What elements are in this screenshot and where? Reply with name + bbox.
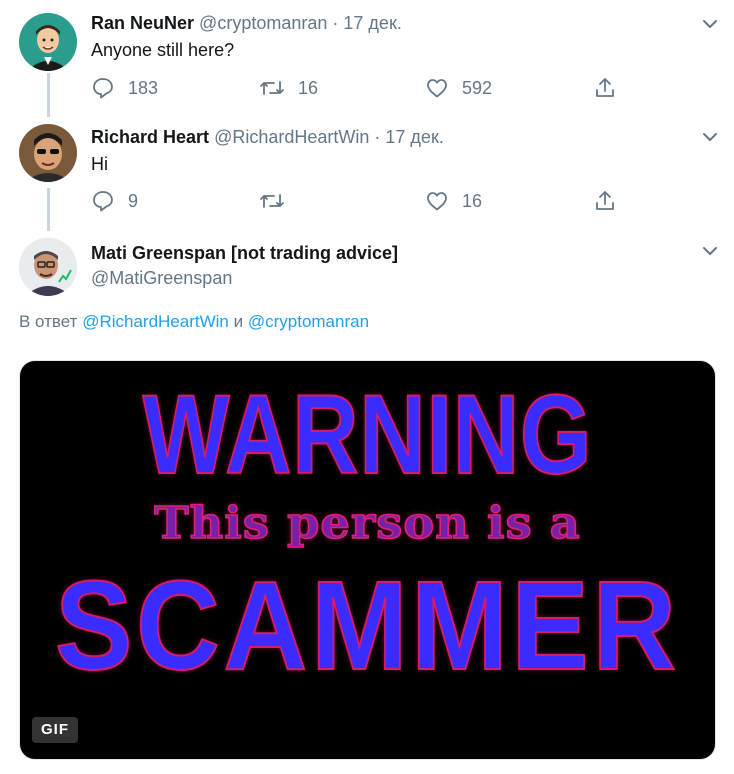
reply-count: 183	[128, 77, 159, 98]
gif-text-scammer: SCAMMER	[54, 555, 680, 697]
tweet-text: Hi	[91, 154, 108, 174]
retweet-icon	[260, 81, 284, 95]
author-handle[interactable]: @MatiGreenspan	[91, 268, 232, 288]
retweet-button[interactable]: 16	[259, 76, 318, 100]
chevron-down-icon[interactable]	[702, 131, 718, 143]
share-icon	[596, 78, 614, 97]
tweet-date[interactable]: 17 дек.	[343, 13, 401, 33]
author-name[interactable]: Ran NeuNer	[91, 13, 194, 33]
author-handle[interactable]: @cryptomanran	[199, 13, 327, 33]
thread-line	[47, 73, 50, 117]
reply-count: 9	[128, 190, 139, 211]
author-name[interactable]: Richard Heart	[91, 127, 209, 147]
chevron-down-icon[interactable]	[702, 245, 718, 257]
gif-media[interactable]: WARNING This person is a SCAMMER GIF	[19, 360, 716, 760]
tweet-1: Ran NeuNer @cryptomanran · 17 дек. Anyon…	[0, 0, 734, 114]
like-count: 16	[462, 190, 483, 211]
tweet-date[interactable]: 17 дек.	[385, 127, 443, 147]
reply-button[interactable]: 183	[91, 76, 158, 100]
avatar-ran-neuner[interactable]	[19, 13, 77, 71]
tweet-actions: 183 16 592	[91, 76, 621, 100]
author-name[interactable]: Mati Greenspan [not trading advice]	[91, 243, 398, 263]
author-handle-line: @MatiGreenspan	[91, 268, 232, 289]
mention-link[interactable]: @cryptomanran	[248, 312, 369, 331]
separator-dot: ·	[332, 13, 339, 33]
chevron-down-icon[interactable]	[702, 18, 718, 30]
tweet-2: Richard Heart @RichardHeartWin · 17 дек.…	[0, 114, 734, 227]
retweet-button[interactable]	[259, 189, 298, 213]
gif-badge: GIF	[32, 717, 78, 743]
share-icon	[596, 191, 614, 210]
mention-link[interactable]: @RichardHeartWin	[82, 312, 229, 331]
tweet-header: Mati Greenspan [not trading advice]	[91, 243, 398, 264]
retweet-count: 16	[298, 77, 319, 98]
reply-icon	[93, 191, 113, 212]
tweet-actions: 9 16	[91, 189, 621, 213]
separator-dot: ·	[374, 127, 381, 147]
tweet-header: Ran NeuNer @cryptomanran · 17 дек.	[91, 13, 402, 34]
gif-text-middle: This person is a	[153, 497, 581, 550]
avatar-richard-heart[interactable]	[19, 124, 77, 182]
share-button[interactable]	[593, 189, 617, 213]
like-icon	[427, 192, 447, 211]
like-button[interactable]: 592	[425, 76, 492, 100]
like-button[interactable]: 16	[425, 189, 482, 213]
like-count: 592	[462, 77, 493, 98]
reply-to-conjunction: и	[233, 312, 244, 331]
author-handle[interactable]: @RichardHeartWin	[214, 127, 369, 147]
avatar-mati-greenspan[interactable]	[19, 238, 77, 296]
reply-button[interactable]: 9	[91, 189, 138, 213]
tweet-header: Richard Heart @RichardHeartWin · 17 дек.	[91, 127, 444, 148]
share-button[interactable]	[593, 76, 617, 100]
tweet-text: Anyone still here?	[91, 40, 235, 60]
like-icon	[427, 79, 447, 98]
reply-to-prefix: В ответ	[19, 312, 78, 331]
reply-icon	[93, 78, 113, 99]
retweet-icon	[260, 194, 284, 208]
gif-text-warning: WARNING	[142, 372, 593, 497]
thread-line	[47, 188, 50, 231]
reply-to-context: В ответ @RichardHeartWin и @cryptomanran	[19, 312, 369, 332]
